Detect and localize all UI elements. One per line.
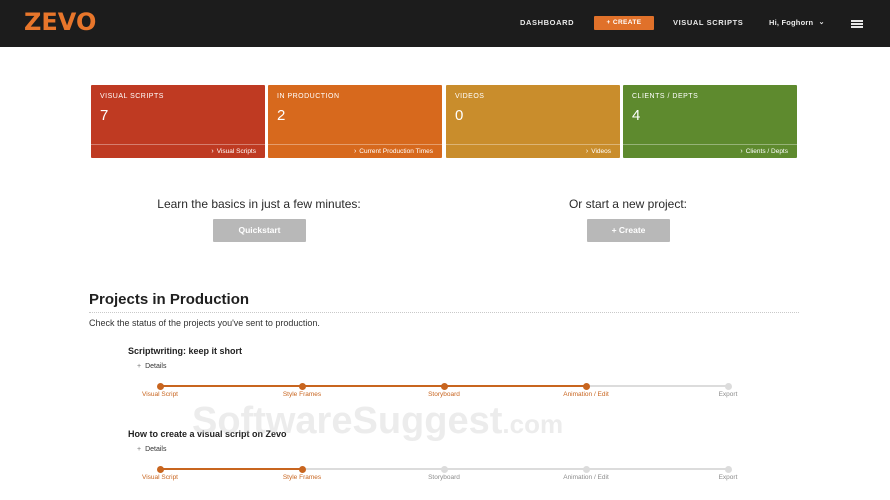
card-link-production-times[interactable]: › Current Production Times [268,144,442,158]
nav-visual-scripts-link[interactable]: VISUAL SCRIPTS [673,18,743,27]
chevron-right-icon: › [585,148,589,155]
create-project-button[interactable]: + Create [587,219,670,242]
plus-icon: + [137,446,142,453]
top-navigation-bar: ZEVO DASHBOARD + CREATE VISUAL SCRIPTS H… [0,0,890,47]
card-link-label: Visual Scripts [216,148,256,155]
progress-step-dot [156,382,164,390]
hamburger-menu-icon[interactable] [851,20,863,28]
card-link-clients-depts[interactable]: › Clients / Depts [623,144,797,158]
progress-fill [160,385,586,387]
progress-step-dot [440,382,448,390]
progress-step-label: Visual Script [141,474,178,481]
watermark-suffix: .com [502,409,564,439]
nav-create-button[interactable]: + CREATE [594,16,654,30]
progress-fill [160,468,302,470]
chevron-right-icon: › [211,148,214,155]
progress-step-dot [156,465,164,473]
zevo-logo[interactable]: ZEVO [24,8,96,36]
card-label: VIDEOS [455,93,485,100]
card-link-label: Videos [591,148,611,155]
project-title: Scriptwriting: keep it short [128,346,243,356]
progress-step-dot [582,382,590,390]
progress-step-label: Animation / Edit [563,391,609,398]
card-in-production[interactable]: IN PRODUCTION 2 › Current Production Time… [268,85,442,158]
progress-step-label: Export [718,474,738,481]
chevron-right-icon: › [353,148,357,155]
card-value: 2 [277,107,286,124]
progress-step-dot [724,382,732,390]
progress-step-label: Export [718,391,738,398]
project-details-toggle[interactable]: + Details [137,363,167,370]
start-project-heading: Or start a new project: [568,197,688,211]
progress-step-label: Style Frames [282,474,322,481]
card-value: 4 [632,107,641,124]
user-greeting: Hi, Foghorn [769,18,814,27]
projects-section-description: Check the status of the projects you've … [89,318,320,328]
progress-step-dot [298,382,306,390]
card-visual-scripts[interactable]: VISUAL SCRIPTS 7 › Visual Scripts [91,85,265,158]
progress-step-label: Visual Script [141,391,178,398]
card-label: CLIENTS / DEPTS [632,93,699,100]
progress-step-dot [724,465,732,473]
learn-basics-heading: Learn the basics in just a few minutes: [157,197,361,211]
card-value: 7 [100,107,109,124]
watermark-text: SoftwareSuggest [192,400,503,442]
progress-step-dot [440,465,448,473]
card-link-label: Clients / Depts [745,148,788,155]
progress-step-label: Animation / Edit [563,474,609,481]
progress-step-dot [582,465,590,473]
card-link-videos[interactable]: › Videos [446,144,620,158]
section-divider [89,312,799,313]
card-label: VISUAL SCRIPTS [100,93,164,100]
progress-step-dot [298,465,306,473]
details-label: Details [145,446,167,453]
progress-step-label: Storyboard [428,391,460,398]
progress-step-label: Style Frames [282,391,322,398]
watermark: SoftwareSuggest.com [192,400,563,443]
plus-icon: + [137,363,142,370]
card-videos[interactable]: VIDEOS 0 › Videos [446,85,620,158]
chevron-down-icon: ⌄ [818,19,825,26]
card-value: 0 [455,107,464,124]
chevron-right-icon: › [740,148,743,155]
card-link-visual-scripts[interactable]: › Visual Scripts [91,144,265,158]
card-label: IN PRODUCTION [277,93,340,100]
card-link-label: Current Production Times [359,148,433,155]
projects-section-title: Projects in Production [89,291,250,308]
user-menu[interactable]: Hi, Foghorn ⌄ [769,18,825,27]
project-details-toggle[interactable]: + Details [137,446,167,453]
card-clients-depts[interactable]: CLIENTS / DEPTS 4 › Clients / Depts [623,85,797,158]
nav-dashboard-link[interactable]: DASHBOARD [520,18,574,27]
progress-step-label: Storyboard [428,474,460,481]
quickstart-button[interactable]: Quickstart [213,219,306,242]
details-label: Details [145,363,167,370]
